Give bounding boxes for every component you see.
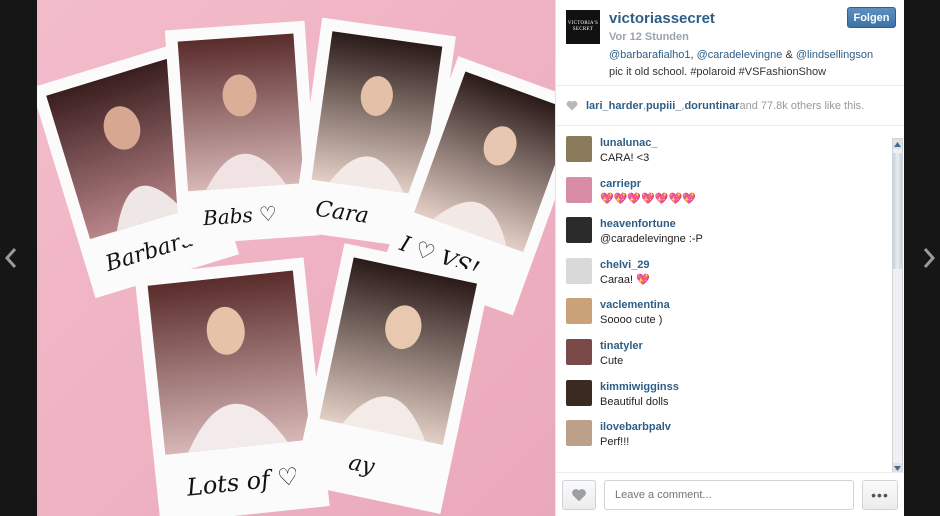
heart-icon [572,488,586,501]
comment-item: carriepr 💖💖💖💖💖💖💖 [566,176,904,218]
username-link[interactable]: victoriassecret [609,10,715,27]
mention-link[interactable]: @lindsellingson [796,49,873,61]
post-header: VICTORIA'S SECRET victoriassecret Vor 12… [556,0,904,86]
post-sidebar: VICTORIA'S SECRET victoriassecret Vor 12… [555,0,904,516]
comment-input[interactable] [604,479,854,510]
liker-link[interactable]: doruntinar [684,100,739,112]
comment-text: Perf!!! [600,436,630,449]
comment-item: kimmiwigginss Beautiful dolls [566,379,904,421]
scroll-down-arrow[interactable] [893,463,902,472]
comment-item: chelvi_29 Caraa! 💖 [566,257,904,299]
commenter-username[interactable]: vaclementina [600,298,670,312]
comment-text: 💖💖💖💖💖💖💖 [600,192,696,205]
commenter-avatar[interactable] [566,217,592,244]
follow-button[interactable]: Folgen [847,7,896,28]
commenter-username[interactable]: heavenfortune [600,217,703,231]
comment-text: Soooo cute ) [600,314,663,327]
comment-composer: ••• [556,472,904,516]
comments-scrollbar[interactable] [892,138,903,472]
mention-link[interactable]: @barbarafialho1 [609,49,691,61]
comment-item: heavenfortune @caradelevingne :-P [566,217,904,258]
comment-text: Beautiful dolls [600,395,669,408]
commenter-username[interactable]: chelvi_29 [600,258,650,272]
likes-summary: lari_harder, pupiii_, doruntinar and 77.… [556,86,904,126]
chevron-right-icon [923,248,935,268]
comment-text: Cute [600,354,624,367]
commenter-avatar[interactable] [566,379,592,406]
photo-lightbox: Barbara Babs ♡ Cara I ♡ VS! Lots of ♡ ay… [37,0,904,516]
next-photo-button[interactable] [918,238,940,278]
previous-photo-button[interactable] [0,238,22,278]
brand-avatar[interactable]: VICTORIA'S SECRET [566,10,600,44]
commenter-avatar[interactable] [566,298,592,325]
comments-panel[interactable]: lunalunac_ CARA! <3 carriepr 💖💖💖💖💖💖💖 heavenf… [556,126,904,472]
post-caption: @barbarafialho1, @caradelevingne & @lind… [609,47,894,81]
commenter-avatar[interactable] [566,136,592,162]
comment-list: lunalunac_ CARA! <3 carriepr 💖💖💖💖💖💖💖 heavenf… [556,126,904,461]
commenter-username[interactable]: carriepr [600,177,696,191]
comment-item: ilovebarbpalv Perf!!! [566,420,904,461]
caption-text: pic it old school. #polaroid #VSFashionS… [609,66,827,78]
commenter-avatar[interactable] [566,420,592,447]
scroll-thumb[interactable] [893,153,902,269]
liker-link[interactable]: pupiii_ [646,100,681,112]
comment-item: tinatyler Cute [566,338,904,380]
comment-text: @caradelevingne :-P [600,233,703,246]
brand-logo-text: VICTORIA'S SECRET [567,21,599,32]
commenter-avatar[interactable] [566,176,592,203]
commenter-avatar[interactable] [566,338,592,365]
like-button[interactable] [562,479,596,510]
scroll-up-arrow[interactable] [893,139,902,149]
heart-icon [566,100,578,111]
chevron-left-icon [5,248,17,268]
caption-separator: & [782,49,796,61]
comment-item: vaclementina Soooo cute ) [566,298,904,339]
comment-text: CARA! <3 [600,152,650,164]
likes-count-text: and 77.8k others like this. [739,99,865,112]
comment-item: lunalunac_ CARA! <3 [566,136,904,177]
commenter-username[interactable]: ilovebarbpalv [600,420,671,434]
liker-link[interactable]: lari_harder [586,100,643,112]
commenter-username[interactable]: kimmiwigginss [600,380,679,394]
commenter-username[interactable]: tinatyler [600,339,643,353]
more-options-button[interactable]: ••• [862,479,898,510]
mention-link[interactable]: @caradelevingne [697,49,783,61]
comment-text: Caraa! 💖 [600,273,650,286]
post-photo[interactable]: Barbara Babs ♡ Cara I ♡ VS! Lots of ♡ ay [37,0,555,516]
commenter-avatar[interactable] [566,257,592,284]
commenter-username[interactable]: lunalunac_ [600,136,657,150]
post-timestamp: Vor 12 Stunden [609,31,689,43]
polaroid-collage-image: Barbara Babs ♡ Cara I ♡ VS! Lots of ♡ ay [37,0,555,516]
